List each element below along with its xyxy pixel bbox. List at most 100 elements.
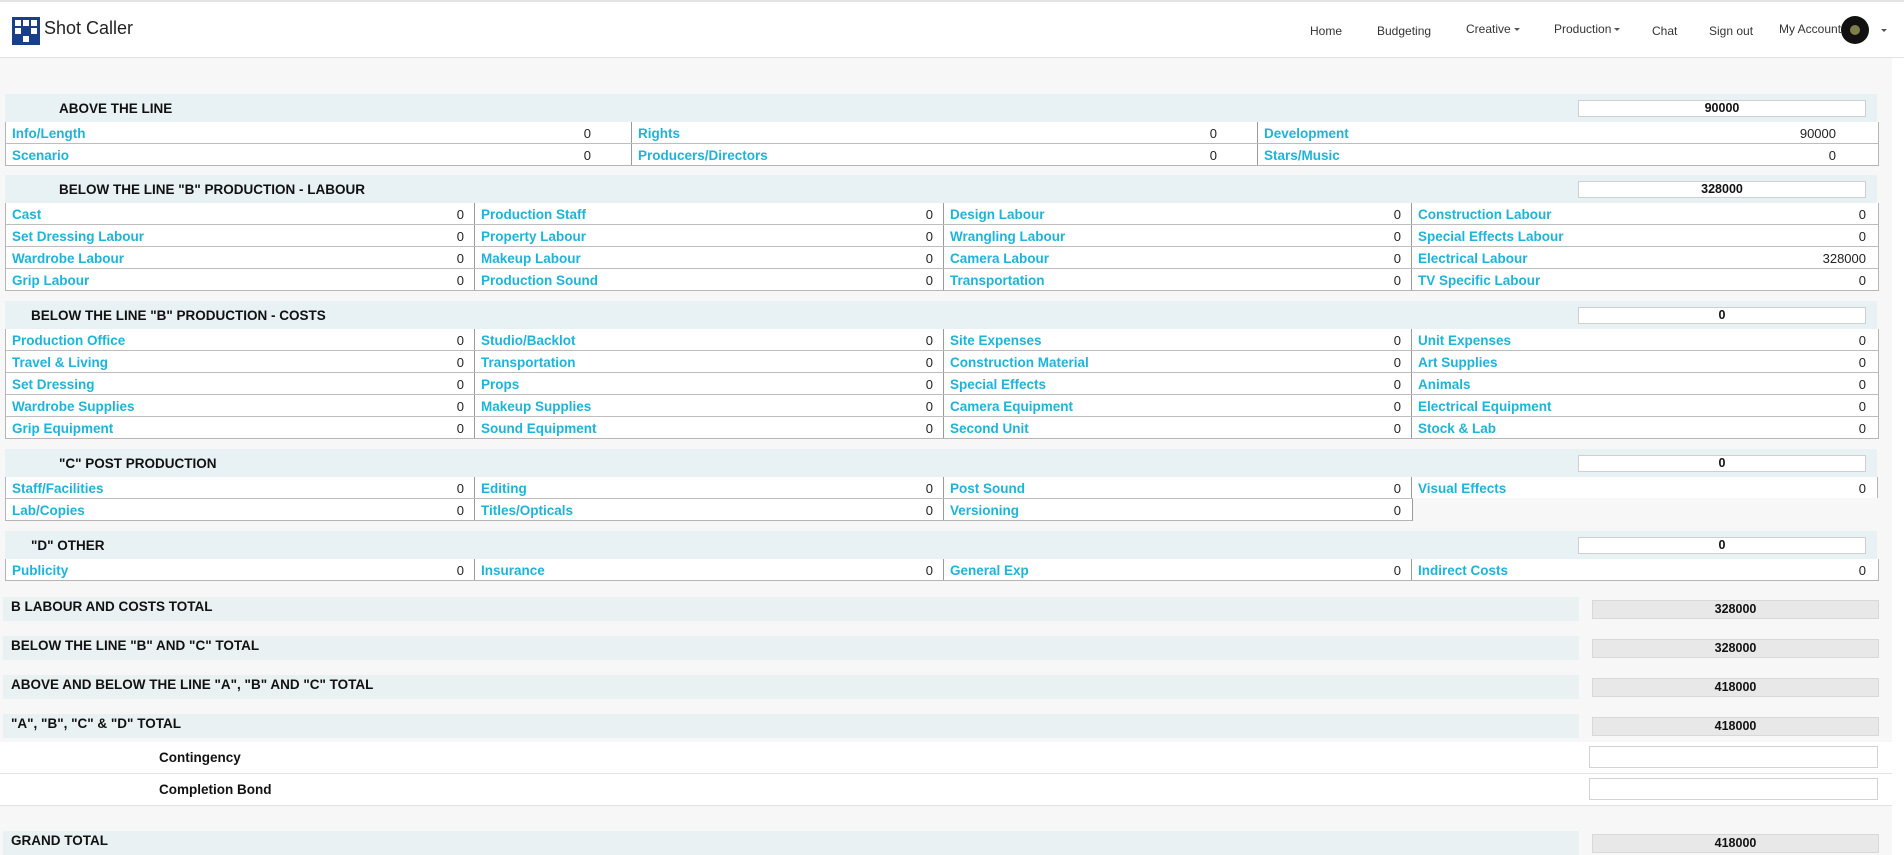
category-link[interactable]: Camera Equipment xyxy=(950,399,1073,414)
category-link[interactable]: Construction Material xyxy=(950,355,1089,370)
category-link[interactable]: Special Effects xyxy=(950,377,1046,392)
category-link[interactable]: Wardrobe Supplies xyxy=(12,399,135,414)
category-link[interactable]: Grip Equipment xyxy=(12,421,113,436)
section-total: 90000 xyxy=(1578,100,1866,117)
category-link[interactable]: Electrical Labour xyxy=(1418,251,1528,266)
category-link[interactable]: Second Unit xyxy=(950,421,1029,436)
category-link[interactable]: Animals xyxy=(1418,377,1471,392)
category-link[interactable]: Special Effects Labour xyxy=(1418,229,1564,244)
category-value: 0 xyxy=(1393,251,1401,266)
category-link[interactable]: Camera Labour xyxy=(950,251,1049,266)
total-band xyxy=(3,597,1579,621)
category-link[interactable]: Producers/Directors xyxy=(638,148,768,163)
category-link[interactable]: Studio/Backlot xyxy=(481,333,576,348)
grid-cell: Design Labour 0 xyxy=(943,203,1411,224)
category-link[interactable]: Grip Labour xyxy=(12,273,89,288)
category-value: 0 xyxy=(925,229,933,244)
category-link[interactable]: Travel & Living xyxy=(12,355,108,370)
nav-home[interactable]: Home xyxy=(1310,24,1342,38)
nav-chat[interactable]: Chat xyxy=(1652,24,1677,38)
category-value: 0 xyxy=(1858,273,1866,288)
category-link[interactable]: Stock & Lab xyxy=(1418,421,1496,436)
shot-caller-logo-icon[interactable] xyxy=(12,17,40,45)
category-link[interactable]: Insurance xyxy=(481,563,545,578)
category-link[interactable]: Wardrobe Labour xyxy=(12,251,124,266)
category-link[interactable]: Staff/Facilities xyxy=(12,481,104,496)
category-value: 90000 xyxy=(1799,126,1836,141)
category-link[interactable]: Unit Expenses xyxy=(1418,333,1511,348)
account-chevron-down-icon[interactable] xyxy=(1881,29,1887,32)
category-link[interactable]: Production Sound xyxy=(481,273,598,288)
category-link[interactable]: Development xyxy=(1264,126,1349,141)
grid-cell: Titles/Opticals 0 xyxy=(474,499,943,520)
grid-row: Cast 0 Production Staff 0 Design Labour 0 C… xyxy=(6,203,1878,224)
grid-cell: Camera Equipment 0 xyxy=(943,395,1411,416)
category-link[interactable]: Publicity xyxy=(12,563,68,578)
navbar: Shot Caller Home Budgeting Creative Prod… xyxy=(0,2,1904,58)
category-link[interactable]: Transportation xyxy=(950,273,1045,288)
grid-row: Grip Labour 0 Production Sound 0 Transport… xyxy=(6,268,1878,290)
grid-cell: Staff/Facilities 0 xyxy=(6,477,474,498)
completion-bond-label: Completion Bond xyxy=(159,782,272,797)
nav-production-label: Production xyxy=(1554,22,1612,36)
category-link[interactable]: Indirect Costs xyxy=(1418,563,1508,578)
category-link[interactable]: Titles/Opticals xyxy=(481,503,573,518)
section-header-atl: ABOVE THE LINE 90000 xyxy=(5,94,1877,122)
nav-budgeting[interactable]: Budgeting xyxy=(1377,24,1431,38)
category-link[interactable]: Sound Equipment xyxy=(481,421,597,436)
category-link[interactable]: Info/Length xyxy=(12,126,85,141)
grid-cell: Post Sound 0 xyxy=(943,477,1411,498)
category-link[interactable]: Production Office xyxy=(12,333,125,348)
nav-creative-dropdown[interactable]: Creative xyxy=(1466,22,1520,36)
category-value: 0 xyxy=(925,355,933,370)
category-link[interactable]: TV Specific Labour xyxy=(1418,273,1540,288)
grid-cell: Transportation 0 xyxy=(474,351,943,372)
grid-cell: Production Staff 0 xyxy=(474,203,943,224)
chevron-down-icon xyxy=(1513,28,1520,32)
category-link[interactable]: Art Supplies xyxy=(1418,355,1498,370)
category-value: 0 xyxy=(1393,563,1401,578)
category-link[interactable]: Makeup Labour xyxy=(481,251,581,266)
nav-my-account[interactable]: My Account xyxy=(1779,22,1841,36)
grid-cell: Development 90000 xyxy=(1257,122,1876,143)
category-value: 0 xyxy=(1393,421,1401,436)
grid-cell: Props 0 xyxy=(474,373,943,394)
nav-production-dropdown[interactable]: Production xyxy=(1554,22,1621,36)
grand-total-band xyxy=(3,831,1579,855)
nav-signout[interactable]: Sign out xyxy=(1709,24,1753,38)
grid-cell: Set Dressing 0 xyxy=(6,373,474,394)
avatar[interactable] xyxy=(1841,16,1869,44)
category-link[interactable]: Stars/Music xyxy=(1264,148,1340,163)
category-link[interactable]: Post Sound xyxy=(950,481,1025,496)
completion-bond-input[interactable] xyxy=(1589,778,1878,800)
category-link[interactable]: Props xyxy=(481,377,519,392)
category-link[interactable]: Makeup Supplies xyxy=(481,399,591,414)
category-link[interactable]: Set Dressing xyxy=(12,377,95,392)
category-link[interactable]: Production Staff xyxy=(481,207,586,222)
category-link[interactable]: Wrangling Labour xyxy=(950,229,1065,244)
category-value: 328000 xyxy=(1822,251,1866,266)
category-link[interactable]: Editing xyxy=(481,481,527,496)
category-link[interactable]: Design Labour xyxy=(950,207,1045,222)
category-value: 0 xyxy=(1858,481,1866,496)
grid-row: Scenario 0 Producers/Directors 0 Stars/Mus… xyxy=(6,143,1878,165)
category-link[interactable]: Site Expenses xyxy=(950,333,1042,348)
category-link[interactable]: General Exp xyxy=(950,563,1029,578)
category-link[interactable]: Scenario xyxy=(12,148,69,163)
category-value: 0 xyxy=(456,333,464,348)
category-link[interactable]: Cast xyxy=(12,207,41,222)
total-label-b-labour-costs: B LABOUR AND COSTS TOTAL xyxy=(11,599,213,614)
category-link[interactable]: Transportation xyxy=(481,355,576,370)
category-link[interactable]: Versioning xyxy=(950,503,1019,518)
category-link[interactable]: Electrical Equipment xyxy=(1418,399,1552,414)
app-title[interactable]: Shot Caller xyxy=(44,18,133,39)
contingency-input[interactable] xyxy=(1589,746,1878,768)
category-link[interactable]: Lab/Copies xyxy=(12,503,85,518)
category-link[interactable]: Visual Effects xyxy=(1418,481,1506,496)
section-total: 328000 xyxy=(1578,181,1866,198)
category-link[interactable]: Rights xyxy=(638,126,680,141)
category-link[interactable]: Set Dressing Labour xyxy=(12,229,144,244)
category-link[interactable]: Property Labour xyxy=(481,229,586,244)
category-value: 0 xyxy=(925,333,933,348)
category-link[interactable]: Construction Labour xyxy=(1418,207,1552,222)
